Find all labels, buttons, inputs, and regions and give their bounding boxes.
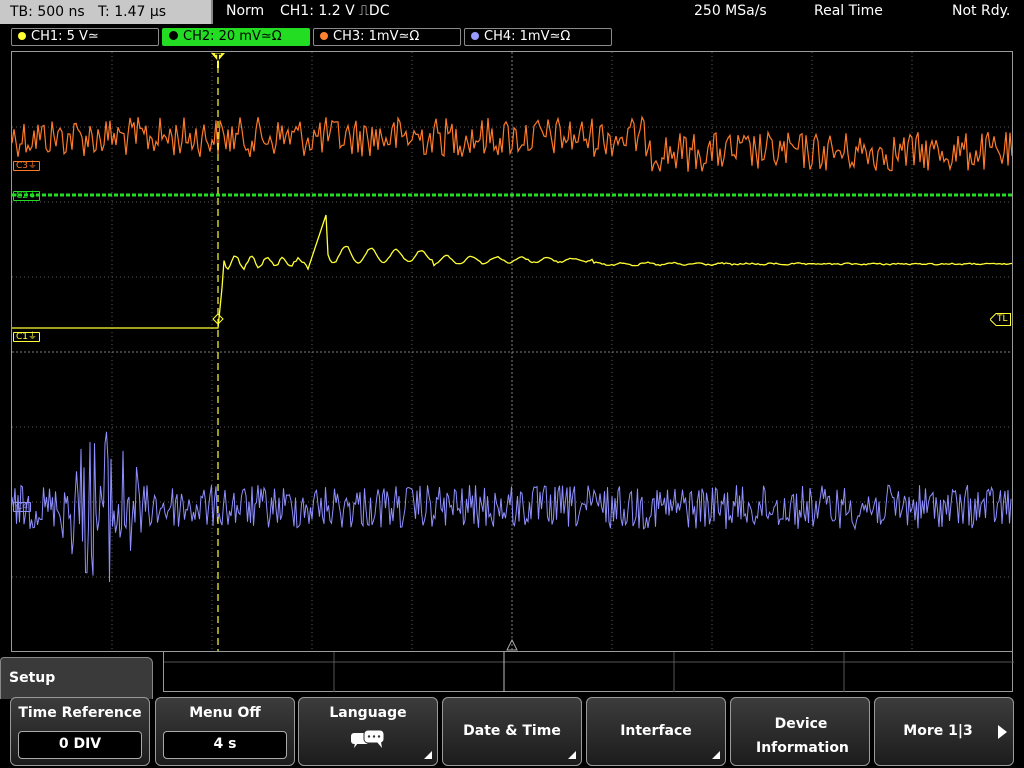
trigger-time-value: T: 1.47 µs [98,4,167,20]
date-time-softkey[interactable]: Date & Time [442,697,582,766]
trigger-mode[interactable]: Norm [226,0,264,24]
trace-ch1 [12,214,1012,329]
interface-label: Interface [620,723,692,739]
graticule-grid [12,52,1012,651]
ch3-ground-marker[interactable]: C3⏚ [13,161,41,171]
time-reference-label: Time Reference [18,705,142,721]
menu-off-softkey[interactable]: Menu Off 4 s [155,697,295,766]
submenu-corner-icon [568,751,576,759]
time-reference-softkey[interactable]: Time Reference 0 DIV [10,697,150,766]
acquisition-mode: Real Time [814,3,883,19]
language-softkey[interactable]: Language [298,697,438,766]
more-softkey[interactable]: More 1|3 [874,697,1014,766]
time-reference-value: 0 DIV [18,731,142,759]
waveform-display[interactable]: T C3⏚ C2⏚ C1⏚ C4 TL [11,51,1013,652]
ch2-dot-icon [169,31,178,40]
channel-tab-ch1[interactable]: CH1: 5 V≃ [11,28,159,46]
more-label: More 1|3 [903,723,973,739]
ch4-label: CH4: 1mV≃Ω [484,29,571,44]
device-information-label: Device Information [756,716,849,756]
acquisition-state: Not Rdy. [952,3,1011,19]
trigger-level-label: TL [997,314,1008,324]
date-time-label: Date & Time [463,723,561,739]
menu-title: Setup [9,670,56,686]
ch1-dot-icon [18,32,26,40]
ch2-ground-marker[interactable]: C2⏚ [13,191,41,201]
trigger-position-label: T [215,53,222,63]
trace-ch4 [12,431,1012,583]
status-bar: TB: 500 ns T: 1.47 µs Norm CH1: 1.2 V ⎍D… [0,0,1024,24]
menu-off-label: Menu Off [189,705,261,721]
menu-off-value: 4 s [163,731,287,759]
channel-tab-ch2[interactable]: CH2: 20 mV≃Ω [162,28,310,46]
channel-tab-ch4[interactable]: CH4: 1mV≃Ω [464,28,612,46]
ch3-label: CH3: 1mV≃Ω [333,29,420,44]
timebase-readout[interactable]: TB: 500 ns T: 1.47 µs [0,0,213,24]
ch3-dot-icon [320,32,328,40]
ch1-ground-marker[interactable]: C1⏚ [13,332,41,342]
ch1-label: CH1: 5 V≃ [31,29,99,44]
language-label: Language [329,705,407,721]
submenu-corner-icon [424,751,432,759]
ch4-ground-marker[interactable]: C4 [13,502,32,512]
channel-tab-ch3[interactable]: CH3: 1mV≃Ω [313,28,461,46]
trigger-source[interactable]: CH1: 1.2 V ⎍DC [280,0,389,24]
zoom-strip [163,652,1014,692]
speech-bubble-icon [349,729,389,751]
device-information-softkey[interactable]: Device Information [730,697,870,766]
sample-rate: 250 MSa/s [694,3,767,19]
waveform-canvas [12,52,1012,651]
submenu-corner-icon [712,751,720,759]
interface-softkey[interactable]: Interface [586,697,726,766]
arrow-right-icon [998,725,1007,739]
timebase-value: TB: 500 ns [10,4,85,20]
ch4-dot-icon [471,32,479,40]
menu-title-tab: Setup [0,657,153,699]
ch2-label: CH2: 20 mV≃Ω [183,29,282,44]
trigger-level-marker[interactable]: TL [990,313,1011,326]
